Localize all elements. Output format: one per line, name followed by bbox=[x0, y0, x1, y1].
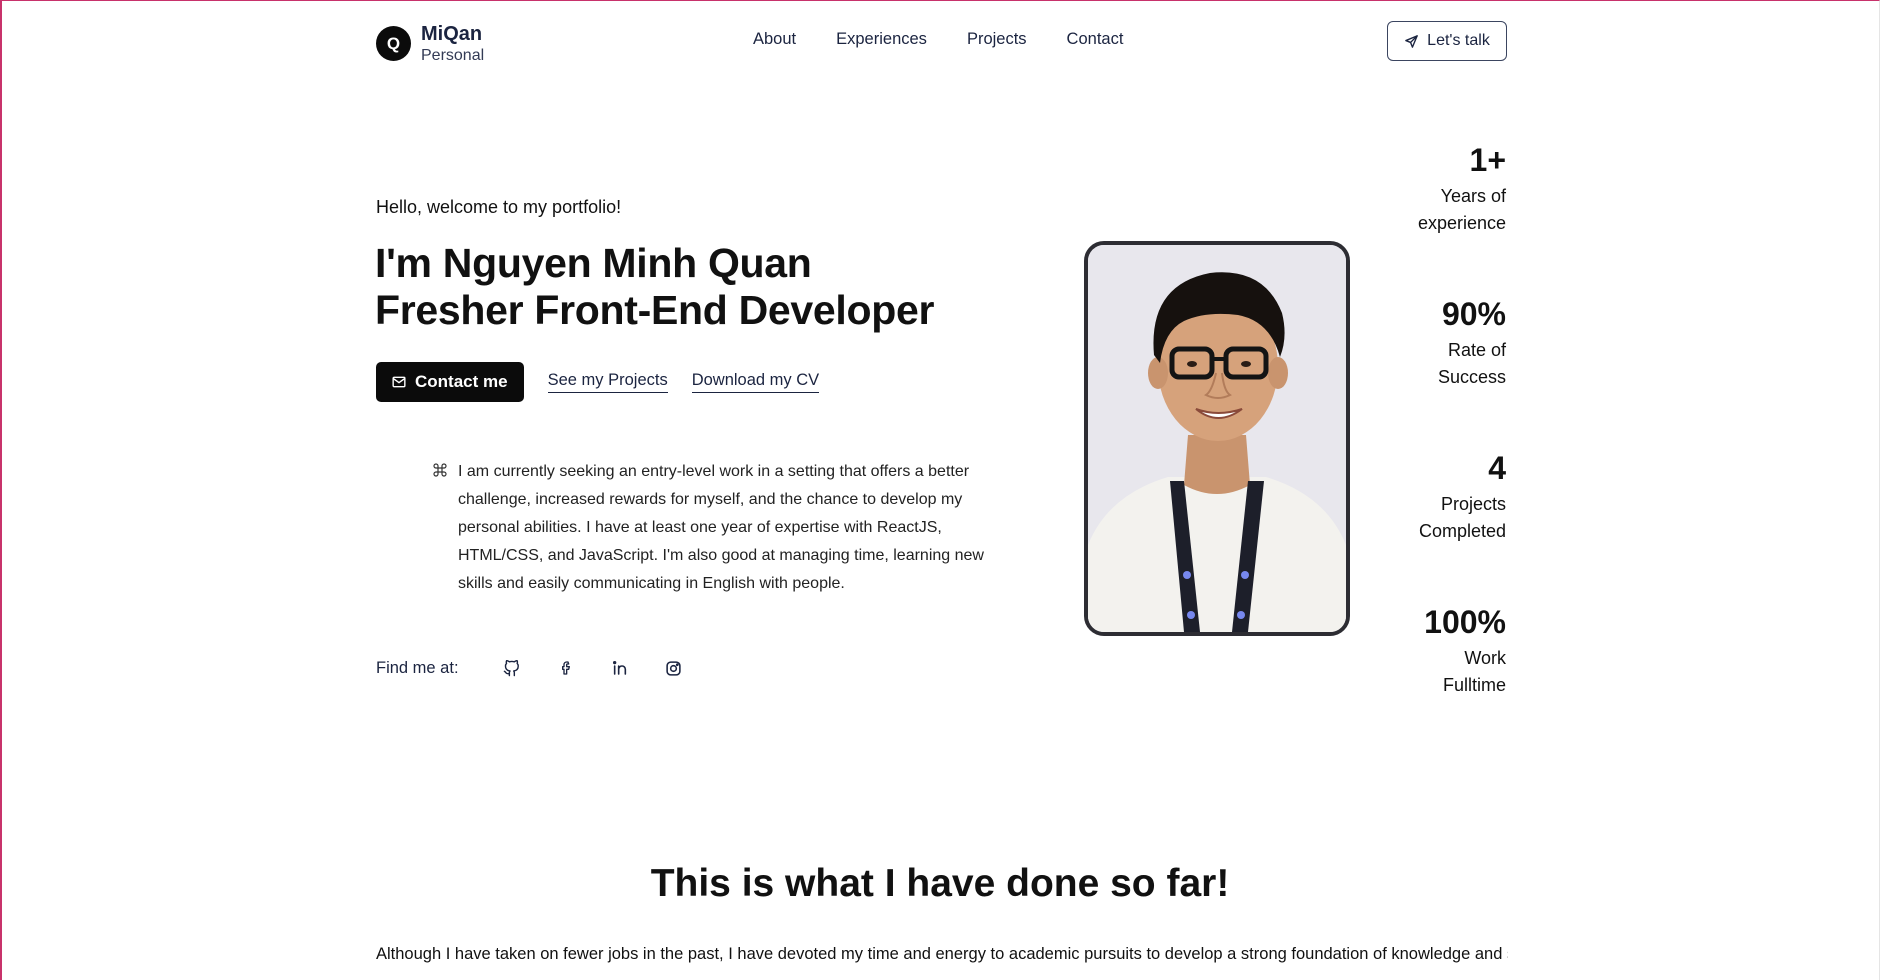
linkedin-icon bbox=[612, 661, 626, 675]
nav-links: About Experiences Projects Contact bbox=[753, 30, 1123, 49]
portrait-illustration bbox=[1088, 245, 1346, 632]
stat-fulltime: 100% Work Fulltime bbox=[1390, 602, 1506, 756]
contact-me-label: Contact me bbox=[415, 372, 508, 391]
stat-label-line2: experience bbox=[1417, 213, 1506, 233]
stat-label-line2: Completed bbox=[1418, 521, 1506, 541]
stat-success: 90% Rate of Success bbox=[1390, 294, 1506, 448]
stats-column: 1+ Years of experience 90% Rate of Succe… bbox=[1390, 140, 1506, 756]
instagram-link[interactable] bbox=[647, 654, 701, 682]
stat-label: Projects Completed bbox=[1390, 491, 1506, 545]
github-icon bbox=[503, 659, 519, 676]
stat-value: 90% bbox=[1441, 296, 1506, 332]
linkedin-link[interactable] bbox=[593, 654, 647, 682]
greeting-text: Hello, welcome to my portfolio! bbox=[376, 197, 622, 217]
profile-photo bbox=[1084, 241, 1350, 636]
stat-value: 100% bbox=[1424, 604, 1506, 640]
lets-talk-button[interactable]: Let's talk bbox=[1387, 21, 1507, 61]
command-icon bbox=[433, 463, 447, 477]
send-icon bbox=[1405, 34, 1418, 48]
brand-name: MiQan bbox=[421, 23, 483, 45]
find-me-label: Find me at: bbox=[376, 658, 459, 677]
hero-title-line2: Fresher Front-End Developer bbox=[375, 287, 935, 333]
brand-subtitle: Personal bbox=[421, 47, 485, 64]
mail-icon bbox=[392, 376, 406, 388]
lets-talk-label: Let's talk bbox=[1427, 32, 1490, 49]
social-links: Find me at: bbox=[376, 654, 701, 682]
hero-title: I'm Nguyen Minh Quan Fresher Front-End D… bbox=[375, 240, 934, 334]
stat-label-line2: Fulltime bbox=[1442, 675, 1506, 695]
cta-row: Contact me See my Projects Download my C… bbox=[376, 362, 820, 402]
top-navbar: Q MiQan Personal About Experiences Proje… bbox=[0, 0, 1880, 82]
download-cv-link[interactable]: Download my CV bbox=[691, 371, 820, 393]
github-link[interactable] bbox=[485, 654, 539, 682]
see-projects-link[interactable]: See my Projects bbox=[547, 371, 668, 393]
stat-label-line1: Rate of bbox=[1447, 340, 1506, 360]
stat-value: 1+ bbox=[1469, 142, 1506, 178]
nav-link-projects[interactable]: Projects bbox=[967, 30, 1027, 49]
about-text: I am currently seeking an entry-level wo… bbox=[458, 463, 984, 592]
contact-me-button[interactable]: Contact me bbox=[376, 362, 524, 402]
hero-title-line1: I'm Nguyen Minh Quan bbox=[375, 240, 812, 286]
section-title: This is what I have done so far! bbox=[650, 862, 1230, 905]
stat-label-line1: Work bbox=[1464, 648, 1506, 668]
stat-projects: 4 Projects Completed bbox=[1390, 448, 1506, 602]
about-summary: I am currently seeking an entry-level wo… bbox=[432, 458, 992, 598]
facebook-link[interactable] bbox=[539, 654, 593, 682]
stat-label-line2: Success bbox=[1437, 367, 1506, 387]
stat-label: Work Fulltime bbox=[1390, 645, 1506, 699]
stat-years: 1+ Years of experience bbox=[1390, 140, 1506, 294]
stat-value: 4 bbox=[1488, 450, 1506, 486]
brand[interactable]: Q MiQan Personal bbox=[376, 22, 484, 65]
nav-link-contact[interactable]: Contact bbox=[1067, 30, 1124, 49]
stat-label-line1: Years of bbox=[1440, 186, 1506, 206]
nav-link-about[interactable]: About bbox=[753, 30, 796, 49]
stat-label-line1: Projects bbox=[1440, 494, 1506, 514]
instagram-icon bbox=[666, 660, 681, 676]
brand-logo[interactable]: Q bbox=[376, 26, 411, 62]
nav-link-experiences[interactable]: Experiences bbox=[836, 30, 927, 49]
section-text: Although I have taken on fewer jobs in t… bbox=[376, 945, 1508, 963]
facebook-icon bbox=[561, 661, 570, 675]
stat-label: Years of experience bbox=[1390, 183, 1506, 237]
stat-label: Rate of Success bbox=[1390, 337, 1506, 391]
